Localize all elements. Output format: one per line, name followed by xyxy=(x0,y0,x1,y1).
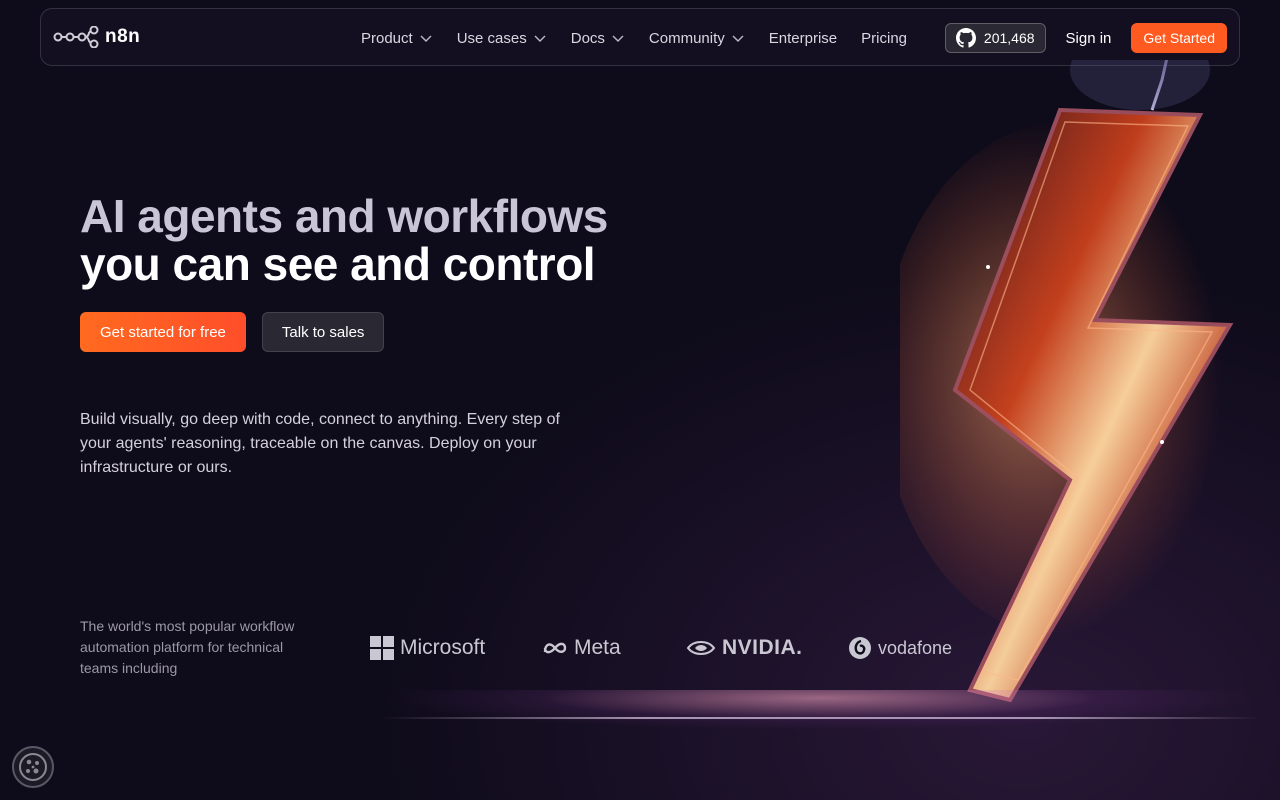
nav-product[interactable]: Product xyxy=(361,30,433,47)
floor-line xyxy=(380,717,1260,719)
customer-logos: Microsoft Meta NVIDIA. vodafone xyxy=(370,630,958,666)
trust-text: The world's most popular workflow automa… xyxy=(80,618,295,676)
github-icon xyxy=(955,28,976,48)
vodafone-logo: vodafone xyxy=(848,630,958,666)
vodafone-label: vodafone xyxy=(878,637,953,658)
hero-title-line-1: AI agents and workflows xyxy=(80,190,608,242)
vodafone-icon xyxy=(849,637,871,659)
nav-enterprise[interactable]: Enterprise xyxy=(769,30,837,47)
chevron-down-icon xyxy=(732,35,744,42)
get-started-free-button[interactable]: Get started for free xyxy=(80,312,246,352)
n8n-logo-icon xyxy=(53,26,99,48)
lightning-bolt-illustration xyxy=(900,60,1260,703)
nav-product-label: Product xyxy=(361,29,413,47)
microsoft-icon xyxy=(370,636,394,660)
landing-page: n8n Product Use cases Docs Community Ent… xyxy=(0,0,1280,800)
n8n-logo[interactable]: n8n xyxy=(53,26,140,48)
talk-to-sales-button[interactable]: Talk to sales xyxy=(261,312,385,352)
nav-actions: 201,468 Sign in Get Started xyxy=(944,9,1227,67)
top-navbar: n8n Product Use cases Docs Community Ent… xyxy=(40,8,1240,66)
nav-links: Product Use cases Docs Community Enterpr… xyxy=(361,9,907,67)
nav-community[interactable]: Community xyxy=(649,30,745,47)
nvidia-logo: NVIDIA. xyxy=(686,630,848,666)
nvidia-eye-icon xyxy=(686,641,716,655)
nvidia-label: NVIDIA. xyxy=(722,636,803,659)
hero-cta-row: Get started for free Talk to sales xyxy=(80,312,385,352)
hero-description: Build visually, go deep with code, conne… xyxy=(80,411,560,476)
chevron-down-icon xyxy=(534,35,546,42)
cookie-settings-button[interactable] xyxy=(12,746,54,788)
nav-docs[interactable]: Docs xyxy=(571,30,625,47)
hero-title: AI agents and workflows you can see and … xyxy=(80,192,608,288)
nav-enterprise-label: Enterprise xyxy=(768,29,838,47)
hero-title-line-2: you can see and control xyxy=(80,238,596,290)
meta-icon xyxy=(543,642,567,654)
meta-logo: Meta xyxy=(542,630,686,666)
nav-community-label: Community xyxy=(648,29,725,47)
nav-use-cases-label: Use cases xyxy=(456,29,527,47)
microsoft-logo: Microsoft xyxy=(370,630,542,666)
github-star-count: 201,468 xyxy=(983,30,1035,46)
chevron-down-icon xyxy=(612,35,624,42)
get-started-button[interactable]: Get Started xyxy=(1131,23,1227,53)
github-stars-button[interactable]: 201,468 xyxy=(944,23,1046,53)
nav-use-cases[interactable]: Use cases xyxy=(457,30,547,47)
floor-glow xyxy=(380,690,1260,730)
microsoft-label: Microsoft xyxy=(400,636,486,659)
meta-label: Meta xyxy=(574,636,621,659)
logo-text: n8n xyxy=(105,26,141,47)
nav-pricing-label: Pricing xyxy=(861,29,908,47)
chevron-down-icon xyxy=(420,35,432,42)
sign-in-link[interactable]: Sign in xyxy=(1066,30,1112,47)
cookie-icon xyxy=(19,753,47,781)
nav-docs-label: Docs xyxy=(570,29,605,47)
nav-pricing[interactable]: Pricing xyxy=(861,30,907,47)
